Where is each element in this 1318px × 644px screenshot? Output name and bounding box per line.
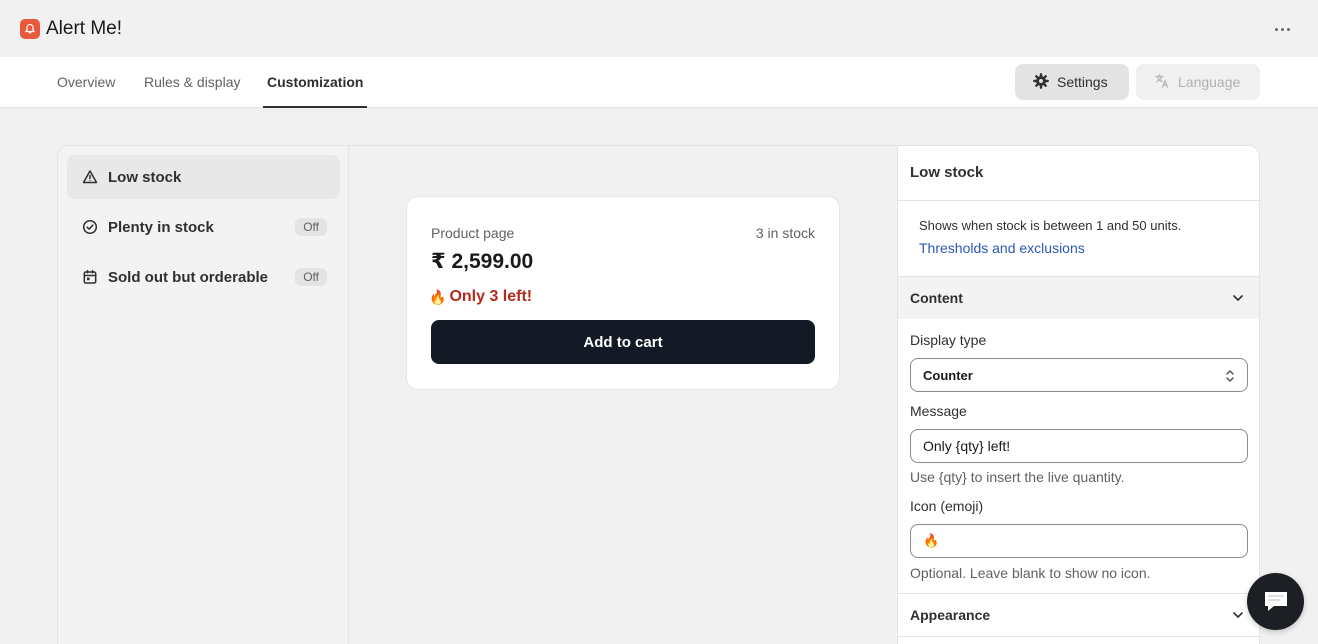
alert-type-label: Plenty in stock bbox=[108, 218, 214, 236]
tab-overview[interactable]: Overview bbox=[53, 57, 119, 107]
alert-type-label: Low stock bbox=[108, 168, 182, 186]
message-value: Only {qty} left! bbox=[923, 438, 1011, 454]
preview-alert-text: Only 3 left! bbox=[449, 288, 533, 305]
preview-stock-count: 3 in stock bbox=[755, 225, 815, 241]
chat-bubble-icon bbox=[1264, 591, 1287, 611]
settings-button[interactable]: Settings bbox=[1015, 64, 1129, 100]
preview-pane: Product page 3 in stock ₹ 2,599.00 🔥 Onl… bbox=[349, 146, 897, 644]
more-horizontal-icon[interactable] bbox=[1272, 20, 1292, 38]
fire-icon: 🔥 bbox=[429, 288, 447, 305]
icon-emoji-value: 🔥 bbox=[923, 533, 940, 548]
chevron-down-icon bbox=[1233, 295, 1243, 301]
alert-type-label: Sold out but orderable bbox=[108, 268, 268, 286]
add-to-cart-button[interactable]: Add to cart bbox=[431, 320, 815, 364]
status-badge: Off bbox=[295, 218, 327, 236]
message-label: Message bbox=[910, 403, 967, 419]
icon-help-text: Optional. Leave blank to show no icon. bbox=[910, 565, 1151, 581]
icon-emoji-label: Icon (emoji) bbox=[910, 498, 984, 514]
preview-label: Product page bbox=[431, 225, 515, 241]
tab-bar: Overview Rules & display Customization S… bbox=[0, 57, 1318, 108]
icon-emoji-input[interactable]: 🔥 bbox=[910, 524, 1248, 558]
settings-pane: Low stock Shows when stock is between 1 … bbox=[897, 146, 1259, 644]
alert-type-sold-out-orderable[interactable]: Sold out but orderable Off bbox=[67, 255, 340, 299]
translate-icon bbox=[1154, 73, 1170, 92]
display-type-select[interactable]: Counter bbox=[910, 358, 1248, 392]
settings-description: Shows when stock is between 1 and 50 uni… bbox=[919, 218, 1182, 233]
divider bbox=[898, 636, 1259, 637]
settings-label: Settings bbox=[1057, 74, 1108, 90]
section-title: Content bbox=[910, 290, 963, 306]
alert-type-low-stock[interactable]: Low stock bbox=[67, 155, 340, 199]
language-button[interactable]: Language bbox=[1136, 64, 1260, 100]
appearance-section-header[interactable]: Appearance bbox=[898, 594, 1259, 636]
message-help-text: Use {qty} to insert the live quantity. bbox=[910, 469, 1125, 485]
customization-card: Low stock Plenty in stock Off Sold out b… bbox=[57, 145, 1260, 644]
preview-price: ₹ 2,599.00 bbox=[431, 250, 534, 273]
chat-button[interactable] bbox=[1247, 573, 1304, 630]
app-title: Alert Me! bbox=[46, 17, 123, 39]
language-label: Language bbox=[1178, 74, 1241, 90]
divider bbox=[898, 200, 1259, 201]
warning-triangle-icon bbox=[81, 169, 98, 186]
select-arrows-icon bbox=[1226, 370, 1234, 382]
settings-title: Low stock bbox=[910, 164, 984, 181]
bell-icon bbox=[20, 18, 40, 39]
app-header: Alert Me! bbox=[0, 0, 1318, 57]
preview-alert: 🔥 Only 3 left! bbox=[429, 288, 532, 306]
message-input[interactable]: Only {qty} left! bbox=[910, 429, 1248, 463]
display-type-label: Display type bbox=[910, 332, 987, 348]
alert-type-plenty-in-stock[interactable]: Plenty in stock Off bbox=[67, 205, 340, 249]
gear-icon bbox=[1033, 72, 1049, 92]
thresholds-link[interactable]: Thresholds and exclusions bbox=[919, 240, 1085, 256]
alert-type-list: Low stock Plenty in stock Off Sold out b… bbox=[58, 146, 349, 644]
calendar-icon bbox=[81, 269, 98, 286]
content-section-header[interactable]: Content bbox=[898, 277, 1259, 319]
display-type-value: Counter bbox=[923, 367, 973, 383]
check-circle-icon bbox=[81, 219, 98, 236]
product-preview-card: Product page 3 in stock ₹ 2,599.00 🔥 Onl… bbox=[406, 196, 840, 390]
tab-rules-display[interactable]: Rules & display bbox=[140, 57, 245, 107]
tab-customization[interactable]: Customization bbox=[263, 57, 368, 108]
chevron-down-icon bbox=[1233, 612, 1243, 618]
status-badge: Off bbox=[295, 268, 327, 286]
section-title: Appearance bbox=[910, 607, 991, 623]
